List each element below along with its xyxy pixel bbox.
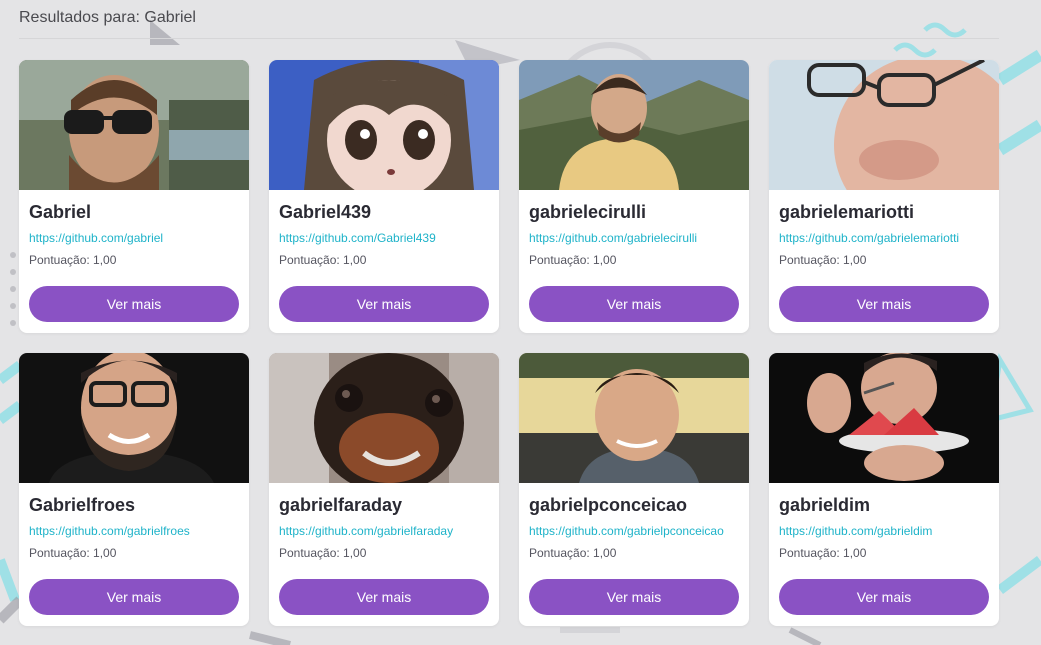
user-score: Pontuação: 1,00 [279,546,367,560]
user-name: gabrielecirulli [529,202,647,222]
results-header: Resultados para: Gabriel [19,8,999,39]
github-link[interactable]: https://github.com/gabrielfroes [29,523,239,539]
ver-mais-button[interactable]: Ver mais [29,579,239,615]
ver-mais-button[interactable]: Ver mais [779,286,989,322]
user-card: gabrielpconceicao https://github.com/gab… [519,353,749,626]
github-link[interactable]: https://github.com/gabriel [29,230,239,246]
user-avatar [269,353,499,483]
github-link[interactable]: https://github.com/gabrielfaraday [279,523,489,539]
user-name: Gabriel439 [279,202,372,222]
user-avatar [19,353,249,483]
user-avatar [769,353,999,483]
user-avatar [519,353,749,483]
user-card: gabrieldim https://github.com/gabrieldim… [769,353,999,626]
ver-mais-button[interactable]: Ver mais [29,286,239,322]
ver-mais-button[interactable]: Ver mais [529,286,739,322]
user-score: Pontuação: 1,00 [779,546,867,560]
github-link[interactable]: https://github.com/Gabriel439 [279,230,489,246]
user-name: gabrielemariotti [779,202,915,222]
user-avatar [19,60,249,190]
user-card: Gabriel439 https://github.com/Gabriel439… [269,60,499,333]
user-score: Pontuação: 1,00 [529,253,617,267]
user-name: Gabriel [29,202,92,222]
github-link[interactable]: https://github.com/gabrieldim [779,523,989,539]
ver-mais-button[interactable]: Ver mais [279,286,489,322]
user-card: gabrielfaraday https://github.com/gabrie… [269,353,499,626]
user-name: gabrieldim [779,495,871,515]
user-score: Pontuação: 1,00 [29,253,117,267]
user-score: Pontuação: 1,00 [29,546,117,560]
results-grid: Gabriel https://github.com/gabriel Pontu… [19,60,999,626]
user-score: Pontuação: 1,00 [279,253,367,267]
user-card: Gabriel https://github.com/gabriel Pontu… [19,60,249,333]
github-link[interactable]: https://github.com/gabrielpconceicao [529,523,739,539]
user-card: gabrielecirulli https://github.com/gabri… [519,60,749,333]
ver-mais-button[interactable]: Ver mais [529,579,739,615]
ver-mais-button[interactable]: Ver mais [279,579,489,615]
user-name: Gabrielfroes [29,495,136,515]
user-card: gabrielemariotti https://github.com/gabr… [769,60,999,333]
user-score: Pontuação: 1,00 [529,546,617,560]
ver-mais-button[interactable]: Ver mais [779,579,989,615]
user-card: Gabrielfroes https://github.com/gabrielf… [19,353,249,626]
user-avatar [269,60,499,190]
github-link[interactable]: https://github.com/gabrielemariotti [779,230,989,246]
user-score: Pontuação: 1,00 [779,253,867,267]
user-avatar [769,60,999,190]
user-name: gabrielfaraday [279,495,403,515]
user-name: gabrielpconceicao [529,495,688,515]
github-link[interactable]: https://github.com/gabrielecirulli [529,230,739,246]
results-title: Resultados para: Gabriel [19,9,196,26]
user-avatar [519,60,749,190]
